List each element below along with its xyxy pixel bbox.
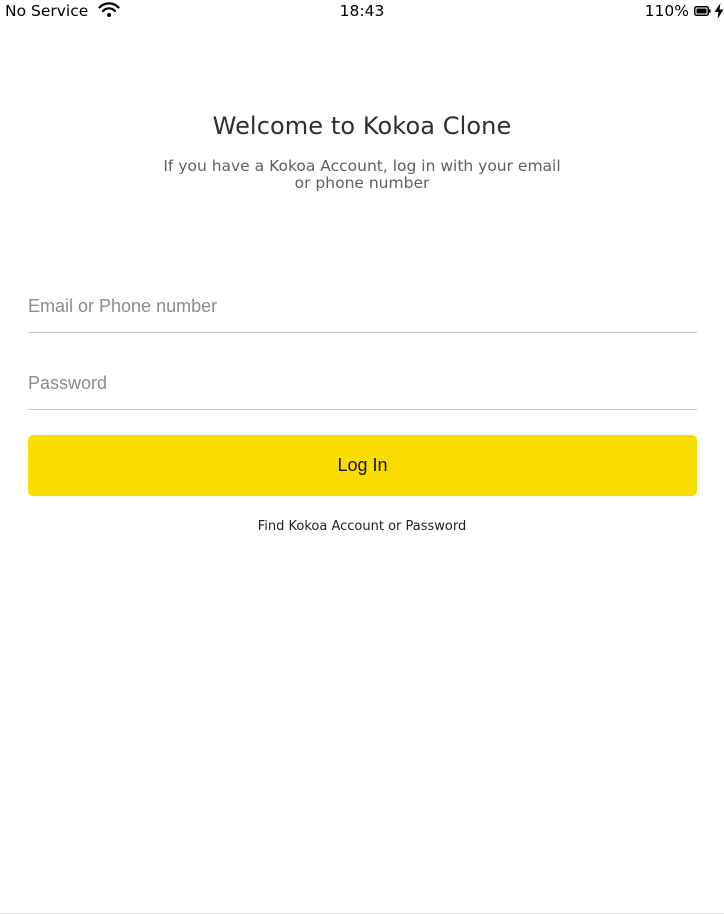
bolt-icon	[714, 3, 724, 19]
battery-icon	[694, 6, 711, 16]
password-input[interactable]	[28, 357, 697, 410]
status-time: 18:43	[339, 2, 385, 20]
status-bar: No Service 18:43 110%	[0, 0, 724, 24]
login-form: Log In	[28, 280, 697, 496]
page-title: Welcome to Kokoa Clone	[212, 112, 512, 140]
find-account-link[interactable]: Find Kokoa Account or Password	[0, 519, 724, 534]
bottom-divider	[0, 913, 724, 914]
login-button[interactable]: Log In	[28, 435, 697, 496]
status-right: 110%	[645, 2, 724, 20]
email-input[interactable]	[28, 280, 697, 333]
page-subtitle: If you have a Kokoa Account, log in with…	[163, 157, 561, 192]
battery-percent: 110%	[644, 2, 689, 20]
login-screen: No Service 18:43 110% Welcome to Kokoa C…	[0, 0, 724, 915]
